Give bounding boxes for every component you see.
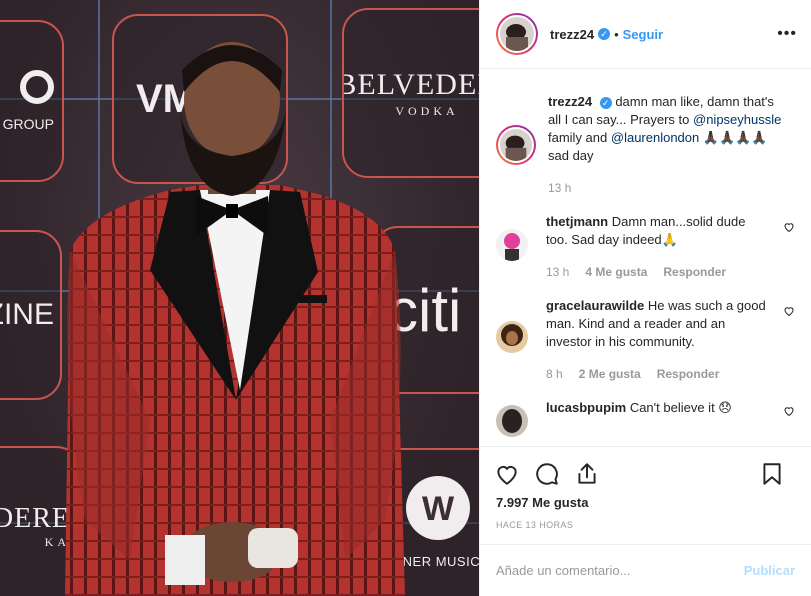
comment-item: gracelaurawilde He was such a good man. … [496,297,795,383]
action-bar [480,446,811,500]
share-icon[interactable] [574,461,600,487]
comment-text: Can't believe it 😞 [629,400,732,415]
comment-body: lucasbpupim Can't believe it 😞 [546,399,795,437]
comment-body: gracelaurawilde He was such a good man. … [546,297,795,383]
more-horizontal-icon[interactable]: ••• [777,25,797,43]
heart-icon[interactable] [783,405,795,417]
user-avatar-icon [500,17,534,51]
caption: trezz24 ✓ damn man like, damn that's all… [496,93,795,197]
comment-meta: 8 h 2 Me gusta Responder [546,365,767,383]
user-avatar-icon [496,321,528,353]
caption-meta: 13 h [548,179,789,197]
verified-badge-icon: ✓ [598,28,611,40]
follow-button[interactable]: Seguir [623,27,663,42]
comment-time[interactable]: 13 h [546,263,569,281]
comment-input[interactable] [496,563,744,578]
avatar-image [498,15,536,53]
caption-text: family and [548,130,608,145]
reply-button[interactable]: Responder [657,365,720,383]
avatar[interactable] [496,13,538,55]
comment-item: thetjmann Damn man...solid dude too. Sad… [496,213,795,281]
header-user-info: trezz24 ✓ • Seguir [550,27,663,42]
user-avatar-icon [500,129,532,161]
user-avatar-icon [496,229,528,261]
comment-likes[interactable]: 2 Me gusta [579,365,641,383]
comment-meta: 13 h 4 Me gusta Responder [546,263,767,281]
post-side-panel: trezz24 ✓ • Seguir ••• trezz24 ✓ damn ma… [479,0,811,596]
avatar[interactable] [496,229,528,261]
person-figure [65,42,405,596]
mention-link[interactable]: @laurenlondon [611,130,699,145]
avatar[interactable] [496,321,528,353]
comments-list[interactable]: trezz24 ✓ damn man like, damn that's all… [480,69,811,446]
user-avatar-icon [496,405,528,437]
avatar-image [498,127,534,163]
comment-icon[interactable] [534,461,560,487]
comment-username[interactable]: thetjmann [546,214,608,229]
post-timestamp[interactable]: HACE 13 HORAS [480,520,811,530]
header-username[interactable]: trezz24 [550,27,594,42]
comment-item: lucasbpupim Can't believe it 😞 [496,399,795,437]
header-separator: • [614,26,619,42]
comment-username[interactable]: gracelaurawilde [546,298,644,313]
bookmark-icon[interactable] [759,461,785,487]
heart-icon[interactable] [494,461,520,487]
comment-likes[interactable]: 4 Me gusta [585,263,647,281]
avatar[interactable] [496,405,528,437]
publish-button[interactable]: Publicar [744,563,795,578]
verified-badge-icon: ✓ [599,96,612,109]
heart-icon[interactable] [783,221,795,233]
caption-body: trezz24 ✓ damn man like, damn that's all… [548,93,795,197]
caption-username[interactable]: trezz24 [548,94,592,109]
avatar[interactable] [496,125,536,165]
comment-body: thetjmann Damn man...solid dude too. Sad… [546,213,795,281]
reply-button[interactable]: Responder [663,263,726,281]
comment-username[interactable]: lucasbpupim [546,400,626,415]
mention-link[interactable]: @nipseyhussle [693,112,781,127]
add-comment-bar: Publicar [480,544,811,596]
heart-icon[interactable] [783,305,795,317]
caption-time[interactable]: 13 h [548,179,571,197]
post-photo[interactable]: C GROUP VM BELVEDERE VODKA AZINE citi DE… [0,0,479,596]
instagram-post: C GROUP VM BELVEDERE VODKA AZINE citi DE… [0,0,811,596]
post-header: trezz24 ✓ • Seguir ••• [480,0,811,69]
comment-time[interactable]: 8 h [546,365,563,383]
